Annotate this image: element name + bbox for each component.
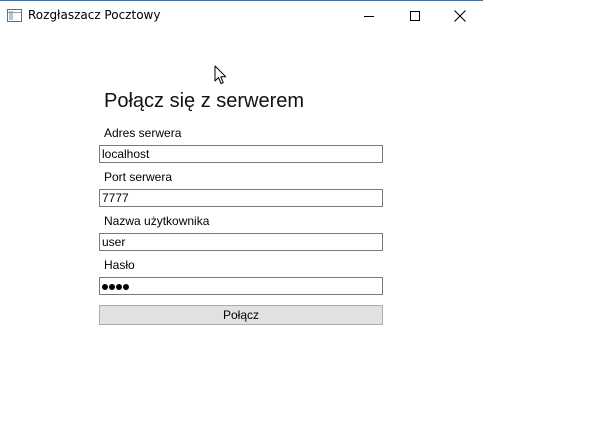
- close-icon: [454, 10, 466, 22]
- server-port-input[interactable]: 7777: [99, 189, 383, 207]
- password-mask-dot: [123, 283, 129, 290]
- screen: Rozgłaszacz Pocztowy Połącz się z serwer…: [0, 0, 611, 437]
- page-title: Połącz się z serwerem: [104, 90, 305, 112]
- title-bar[interactable]: Rozgłaszacz Pocztowy: [0, 1, 483, 31]
- password-mask-dot: [109, 283, 115, 290]
- password-mask-dot: [116, 283, 122, 290]
- mouse-cursor-icon: [214, 65, 227, 84]
- maximize-button[interactable]: [392, 1, 438, 31]
- close-button[interactable]: [437, 1, 483, 31]
- connect-button[interactable]: Połącz: [99, 305, 383, 325]
- password-label: Hasło: [104, 258, 135, 272]
- password-input[interactable]: [99, 277, 383, 295]
- username-label: Nazwa użytkownika: [104, 214, 210, 228]
- window-title: Rozgłaszacz Pocztowy: [28, 8, 161, 22]
- server-port-label: Port serwera: [104, 170, 173, 184]
- maximize-icon: [410, 11, 420, 21]
- server-address-label: Adres serwera: [104, 126, 182, 140]
- username-input[interactable]: user: [99, 233, 383, 251]
- minimize-icon: [364, 15, 374, 17]
- minimize-button[interactable]: [346, 1, 392, 31]
- server-address-input[interactable]: localhost: [99, 145, 383, 163]
- window-app-icon[interactable]: [7, 9, 22, 22]
- app-window: Rozgłaszacz Pocztowy Połącz się z serwer…: [0, 0, 483, 437]
- password-mask-dot: [102, 283, 108, 290]
